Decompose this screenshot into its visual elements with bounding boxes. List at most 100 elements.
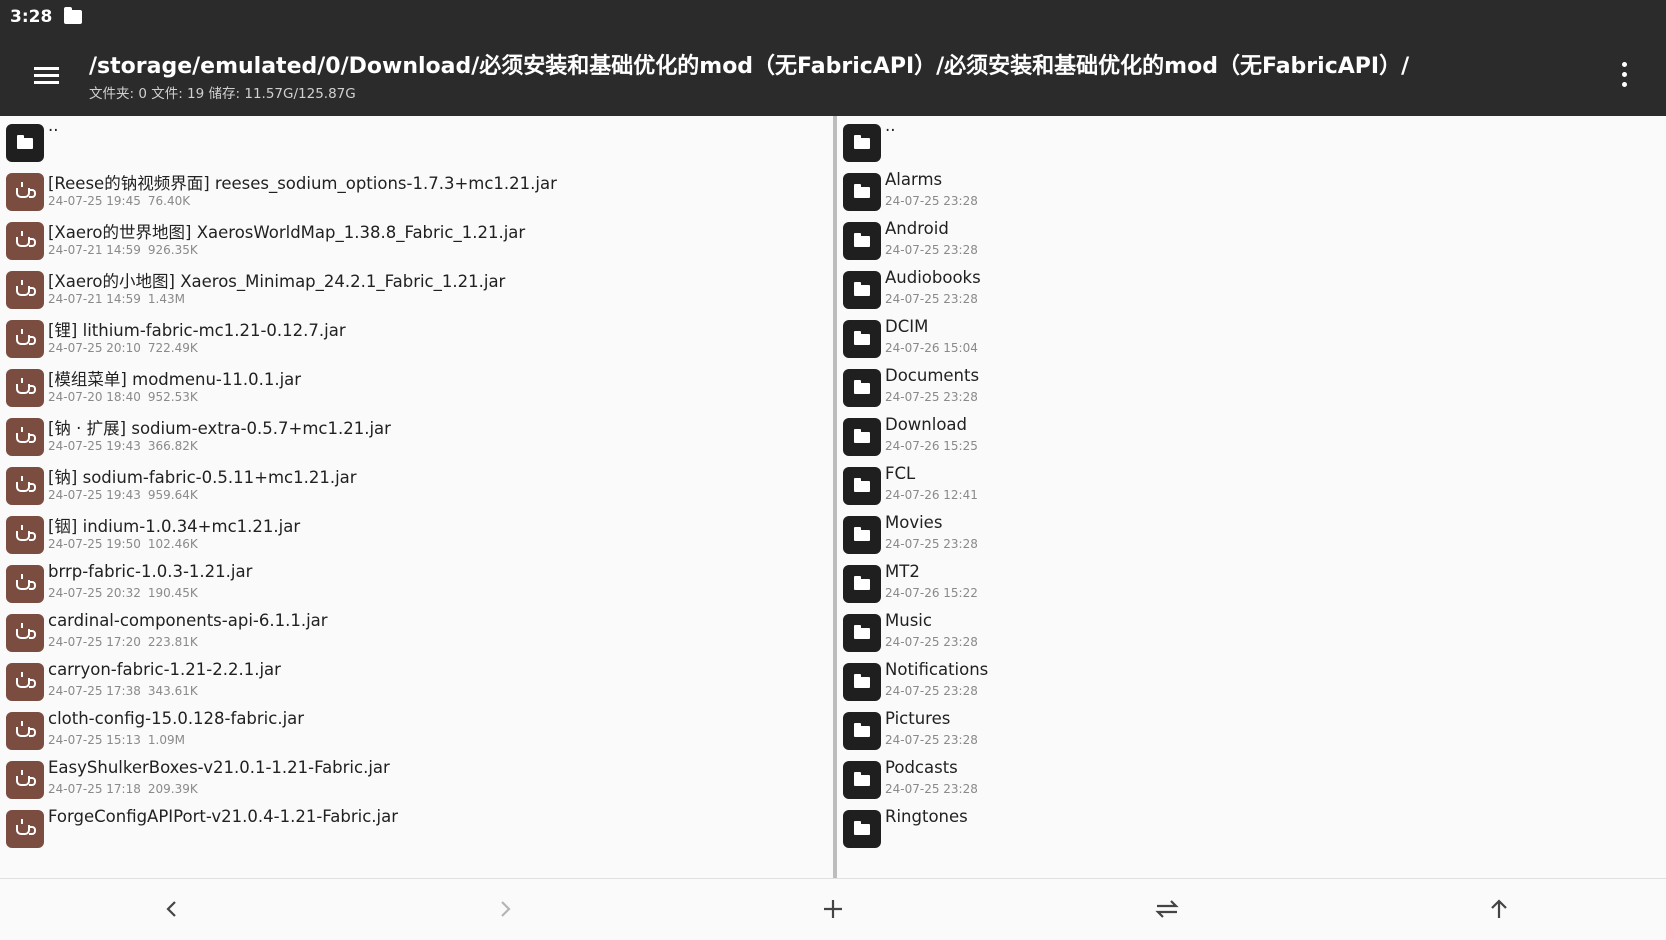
item-meta: 24-07-25 20:10 722.49K bbox=[48, 341, 198, 355]
folder-name: Android bbox=[885, 219, 949, 238]
file-row[interactable]: [铟] indium-1.0.34+mc1.21.jar 24-07-25 19:… bbox=[0, 508, 833, 560]
file-row[interactable]: ForgeConfigAPIPort-v21.0.4-1.21-Fabric.j… bbox=[0, 802, 833, 854]
file-row[interactable]: brrp-fabric-1.0.3-1.21.jar 24-07-25 20:32… bbox=[0, 557, 833, 609]
folder-row[interactable]: Alarms 24-07-25 23:28 bbox=[837, 165, 1666, 217]
folder-icon bbox=[843, 810, 881, 848]
file-size: 1.43M bbox=[147, 292, 185, 306]
forward-icon[interactable] bbox=[465, 879, 545, 940]
item-meta: 24-07-25 23:28 bbox=[885, 537, 978, 551]
jar-file-icon bbox=[6, 565, 44, 603]
hamburger-menu-icon[interactable] bbox=[30, 60, 64, 90]
more-vert-icon[interactable] bbox=[1606, 58, 1642, 92]
folder-icon bbox=[843, 761, 881, 799]
folder-row[interactable]: Notifications 24-07-25 23:28 bbox=[837, 655, 1666, 707]
modified-date: 24-07-25 17:38 bbox=[48, 684, 141, 698]
folder-glyph bbox=[854, 184, 870, 198]
folder-icon bbox=[843, 516, 881, 554]
file-name: [锂] lithium-fabric-mc1.21-0.12.7.jar bbox=[48, 321, 346, 340]
cup-steam bbox=[21, 329, 23, 334]
folder-glyph bbox=[854, 674, 870, 688]
item-meta: 24-07-25 19:50 102.46K bbox=[48, 537, 198, 551]
modified-date: 24-07-25 23:28 bbox=[885, 292, 978, 306]
coffee-cup-glyph bbox=[16, 335, 36, 345]
folder-row[interactable]: Music 24-07-25 23:28 bbox=[837, 606, 1666, 658]
file-name: [钠 · 扩展] sodium-extra-0.5.7+mc1.21.jar bbox=[48, 419, 391, 438]
folder-row[interactable]: FCL 24-07-26 12:41 bbox=[837, 459, 1666, 511]
coffee-cup-glyph bbox=[16, 237, 36, 247]
coffee-cup-glyph bbox=[16, 727, 36, 737]
add-icon[interactable] bbox=[793, 879, 873, 940]
item-meta: 24-07-26 12:41 bbox=[885, 488, 978, 502]
folder-glyph bbox=[854, 576, 870, 590]
modified-date: 24-07-25 17:18 bbox=[48, 782, 141, 796]
file-name: cloth-config-15.0.128-fabric.jar bbox=[48, 709, 305, 728]
parent-directory-row[interactable]: .. bbox=[0, 116, 833, 168]
folder-icon bbox=[843, 614, 881, 652]
jar-file-icon bbox=[6, 663, 44, 701]
coffee-cup-glyph bbox=[16, 384, 36, 394]
file-row[interactable]: [钠 · 扩展] sodium-extra-0.5.7+mc1.21.jar 24… bbox=[0, 410, 833, 462]
folder-glyph bbox=[854, 527, 870, 541]
file-size: 76.40K bbox=[147, 194, 191, 208]
folder-row[interactable]: DCIM 24-07-26 15:04 bbox=[837, 312, 1666, 364]
folder-row[interactable]: Ringtones bbox=[837, 802, 1666, 854]
item-meta: 24-07-21 14:59 1.43M bbox=[48, 292, 185, 306]
swap-icon[interactable] bbox=[1126, 879, 1206, 940]
cup-steam bbox=[21, 721, 23, 726]
folder-name: Music bbox=[885, 611, 932, 630]
modified-date: 24-07-25 23:28 bbox=[885, 635, 978, 649]
item-meta: 24-07-20 18:40 952.53K bbox=[48, 390, 198, 404]
modified-date: 24-07-26 15:04 bbox=[885, 341, 978, 355]
folder-row[interactable]: Audiobooks 24-07-25 23:28 bbox=[837, 263, 1666, 315]
file-row[interactable]: [Xaero的世界地图] XaerosWorldMap_1.38.8_Fabri… bbox=[0, 214, 833, 266]
file-row[interactable]: [钠] sodium-fabric-0.5.11+mc1.21.jar 24-07… bbox=[0, 459, 833, 511]
item-meta: 24-07-25 23:28 bbox=[885, 684, 978, 698]
jar-file-icon bbox=[6, 516, 44, 554]
jar-file-icon bbox=[6, 173, 44, 211]
modified-date: 24-07-25 19:45 bbox=[48, 194, 141, 208]
folder-name: Audiobooks bbox=[885, 268, 981, 287]
file-name: [Reese的钠视频界面] reeses_sodium_options-1.7.… bbox=[48, 174, 557, 193]
folder-row[interactable]: MT2 24-07-26 15:22 bbox=[837, 557, 1666, 609]
item-meta: 24-07-25 23:28 bbox=[885, 194, 978, 208]
folder-icon bbox=[843, 320, 881, 358]
modified-date: 24-07-26 15:22 bbox=[885, 586, 978, 600]
modified-date: 24-07-25 23:28 bbox=[885, 684, 978, 698]
up-icon[interactable] bbox=[1459, 879, 1539, 940]
right-file-pane[interactable]: .. Alarms 24-07-25 23:28 Android 24-07-25 23… bbox=[837, 116, 1666, 878]
folder-glyph bbox=[854, 478, 870, 492]
modified-date: 24-07-26 15:25 bbox=[885, 439, 978, 453]
sd-card-icon bbox=[64, 7, 83, 24]
parent-directory-row[interactable]: .. bbox=[837, 116, 1666, 168]
file-size: 190.45K bbox=[147, 586, 198, 600]
folder-row[interactable]: Download 24-07-26 15:25 bbox=[837, 410, 1666, 462]
file-name: EasyShulkerBoxes-v21.0.1-1.21-Fabric.jar bbox=[48, 758, 390, 777]
modified-date: 24-07-25 23:28 bbox=[885, 194, 978, 208]
modified-date: 24-07-25 15:13 bbox=[48, 733, 141, 747]
folder-row[interactable]: Documents 24-07-25 23:28 bbox=[837, 361, 1666, 413]
file-row[interactable]: [Xaero的小地图] Xaeros_Minimap_24.2.1_Fabric… bbox=[0, 263, 833, 315]
parent-directory-label: .. bbox=[885, 116, 896, 135]
coffee-cup-glyph bbox=[16, 678, 36, 688]
left-file-pane[interactable]: .. [Reese的钠视频界面] reeses_sodium_options-1.… bbox=[0, 116, 833, 878]
coffee-cup-glyph bbox=[16, 776, 36, 786]
folder-glyph bbox=[854, 772, 870, 786]
folder-row[interactable]: Pictures 24-07-25 23:28 bbox=[837, 704, 1666, 756]
file-row[interactable]: [锂] lithium-fabric-mc1.21-0.12.7.jar 24-0… bbox=[0, 312, 833, 364]
folder-row[interactable]: Android 24-07-25 23:28 bbox=[837, 214, 1666, 266]
file-row[interactable]: cloth-config-15.0.128-fabric.jar 24-07-25… bbox=[0, 704, 833, 756]
file-row[interactable]: [Reese的钠视频界面] reeses_sodium_options-1.7.… bbox=[0, 165, 833, 217]
file-row[interactable]: EasyShulkerBoxes-v21.0.1-1.21-Fabric.jar… bbox=[0, 753, 833, 805]
file-row[interactable]: [模组菜单] modmenu-11.0.1.jar 24-07-20 18:40 9… bbox=[0, 361, 833, 413]
file-row[interactable]: cardinal-components-api-6.1.1.jar 24-07-2… bbox=[0, 606, 833, 658]
file-name: [Xaero的小地图] Xaeros_Minimap_24.2.1_Fabric… bbox=[48, 272, 506, 291]
back-icon[interactable] bbox=[132, 879, 212, 940]
modified-date: 24-07-26 12:41 bbox=[885, 488, 978, 502]
file-row[interactable]: carryon-fabric-1.21-2.2.1.jar 24-07-25 17… bbox=[0, 655, 833, 707]
item-meta: 24-07-25 23:28 bbox=[885, 243, 978, 257]
cup-steam bbox=[21, 819, 23, 824]
folder-row[interactable]: Movies 24-07-25 23:28 bbox=[837, 508, 1666, 560]
jar-file-icon bbox=[6, 271, 44, 309]
folder-row[interactable]: Podcasts 24-07-25 23:28 bbox=[837, 753, 1666, 805]
folder-icon bbox=[6, 124, 44, 162]
